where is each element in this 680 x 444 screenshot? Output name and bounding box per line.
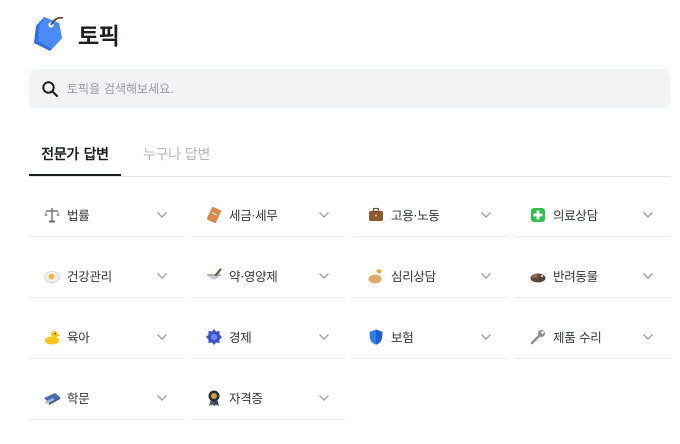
wrench-icon — [529, 328, 547, 346]
briefcase-icon — [367, 206, 385, 224]
category-employment[interactable]: 고용·노동 — [353, 193, 508, 237]
category-label: 고용·노동 — [391, 208, 440, 223]
tab-everyone-answers[interactable]: 누구나 답변 — [143, 144, 210, 164]
page-header: 토픽 — [30, 14, 120, 54]
category-label: 의료상담 — [553, 208, 598, 223]
chevron-down-icon — [481, 211, 491, 218]
balance-scale-icon — [43, 206, 61, 224]
category-academics[interactable]: 학문 — [29, 376, 184, 420]
chevron-down-icon — [157, 272, 167, 279]
category-label: 제품 수리 — [553, 330, 602, 345]
coin-badge-icon — [205, 328, 223, 346]
category-economy[interactable]: 경제 — [191, 315, 346, 359]
category-label: 심리상담 — [391, 269, 436, 284]
fried-egg-icon — [43, 267, 61, 285]
chevron-down-icon — [481, 333, 491, 340]
chevron-down-icon — [319, 394, 329, 401]
tab-expert-answers[interactable]: 전문가 답변 — [29, 144, 121, 176]
category-medical[interactable]: 의료상담 — [515, 193, 670, 237]
rubber-duck-icon — [43, 328, 61, 346]
category-label: 자격증 — [229, 391, 263, 406]
category-tax[interactable]: 세금·세무 — [191, 193, 346, 237]
chevron-down-icon — [157, 333, 167, 340]
answer-tabs: 전문가 답변 누구나 답변 — [29, 140, 670, 177]
category-medicine[interactable]: 약·영양제 — [191, 254, 346, 298]
page-title: 토픽 — [78, 24, 120, 50]
category-repair[interactable]: 제품 수리 — [515, 315, 670, 359]
receipt-icon — [205, 206, 223, 224]
category-psychology[interactable]: 심리상담 — [353, 254, 508, 298]
search-input[interactable] — [67, 81, 627, 96]
search-icon — [41, 80, 59, 98]
category-parenting[interactable]: 육아 — [29, 315, 184, 359]
chevron-down-icon — [643, 272, 653, 279]
chevron-down-icon — [643, 333, 653, 340]
chevron-down-icon — [319, 333, 329, 340]
search-bar[interactable] — [29, 69, 670, 108]
category-label: 학문 — [67, 391, 90, 406]
category-label: 반려동물 — [553, 269, 598, 284]
category-insurance[interactable]: 보험 — [353, 315, 508, 359]
category-certificate[interactable]: 자격증 — [191, 376, 346, 420]
category-label: 육아 — [67, 330, 90, 345]
category-label: 보험 — [391, 330, 414, 345]
chevron-down-icon — [157, 211, 167, 218]
graduation-cap-icon — [43, 389, 61, 407]
category-pets[interactable]: 반려동물 — [515, 254, 670, 298]
chevron-down-icon — [481, 272, 491, 279]
category-health[interactable]: 건강관리 — [29, 254, 184, 298]
price-tag-icon — [30, 14, 66, 54]
shield-icon — [367, 328, 385, 346]
category-label: 경제 — [229, 330, 252, 345]
category-label: 약·영양제 — [229, 269, 278, 284]
chevron-down-icon — [643, 211, 653, 218]
category-label: 법률 — [67, 208, 90, 223]
chevron-down-icon — [157, 394, 167, 401]
pet-icon — [529, 267, 547, 285]
medal-icon — [205, 389, 223, 407]
category-label: 건강관리 — [67, 269, 112, 284]
mortar-pestle-icon — [205, 267, 223, 285]
chevron-down-icon — [319, 211, 329, 218]
chevron-down-icon — [319, 272, 329, 279]
heart-hand-icon — [367, 267, 385, 285]
category-law[interactable]: 법률 — [29, 193, 184, 237]
medical-cross-icon — [529, 206, 547, 224]
category-label: 세금·세무 — [229, 208, 278, 223]
